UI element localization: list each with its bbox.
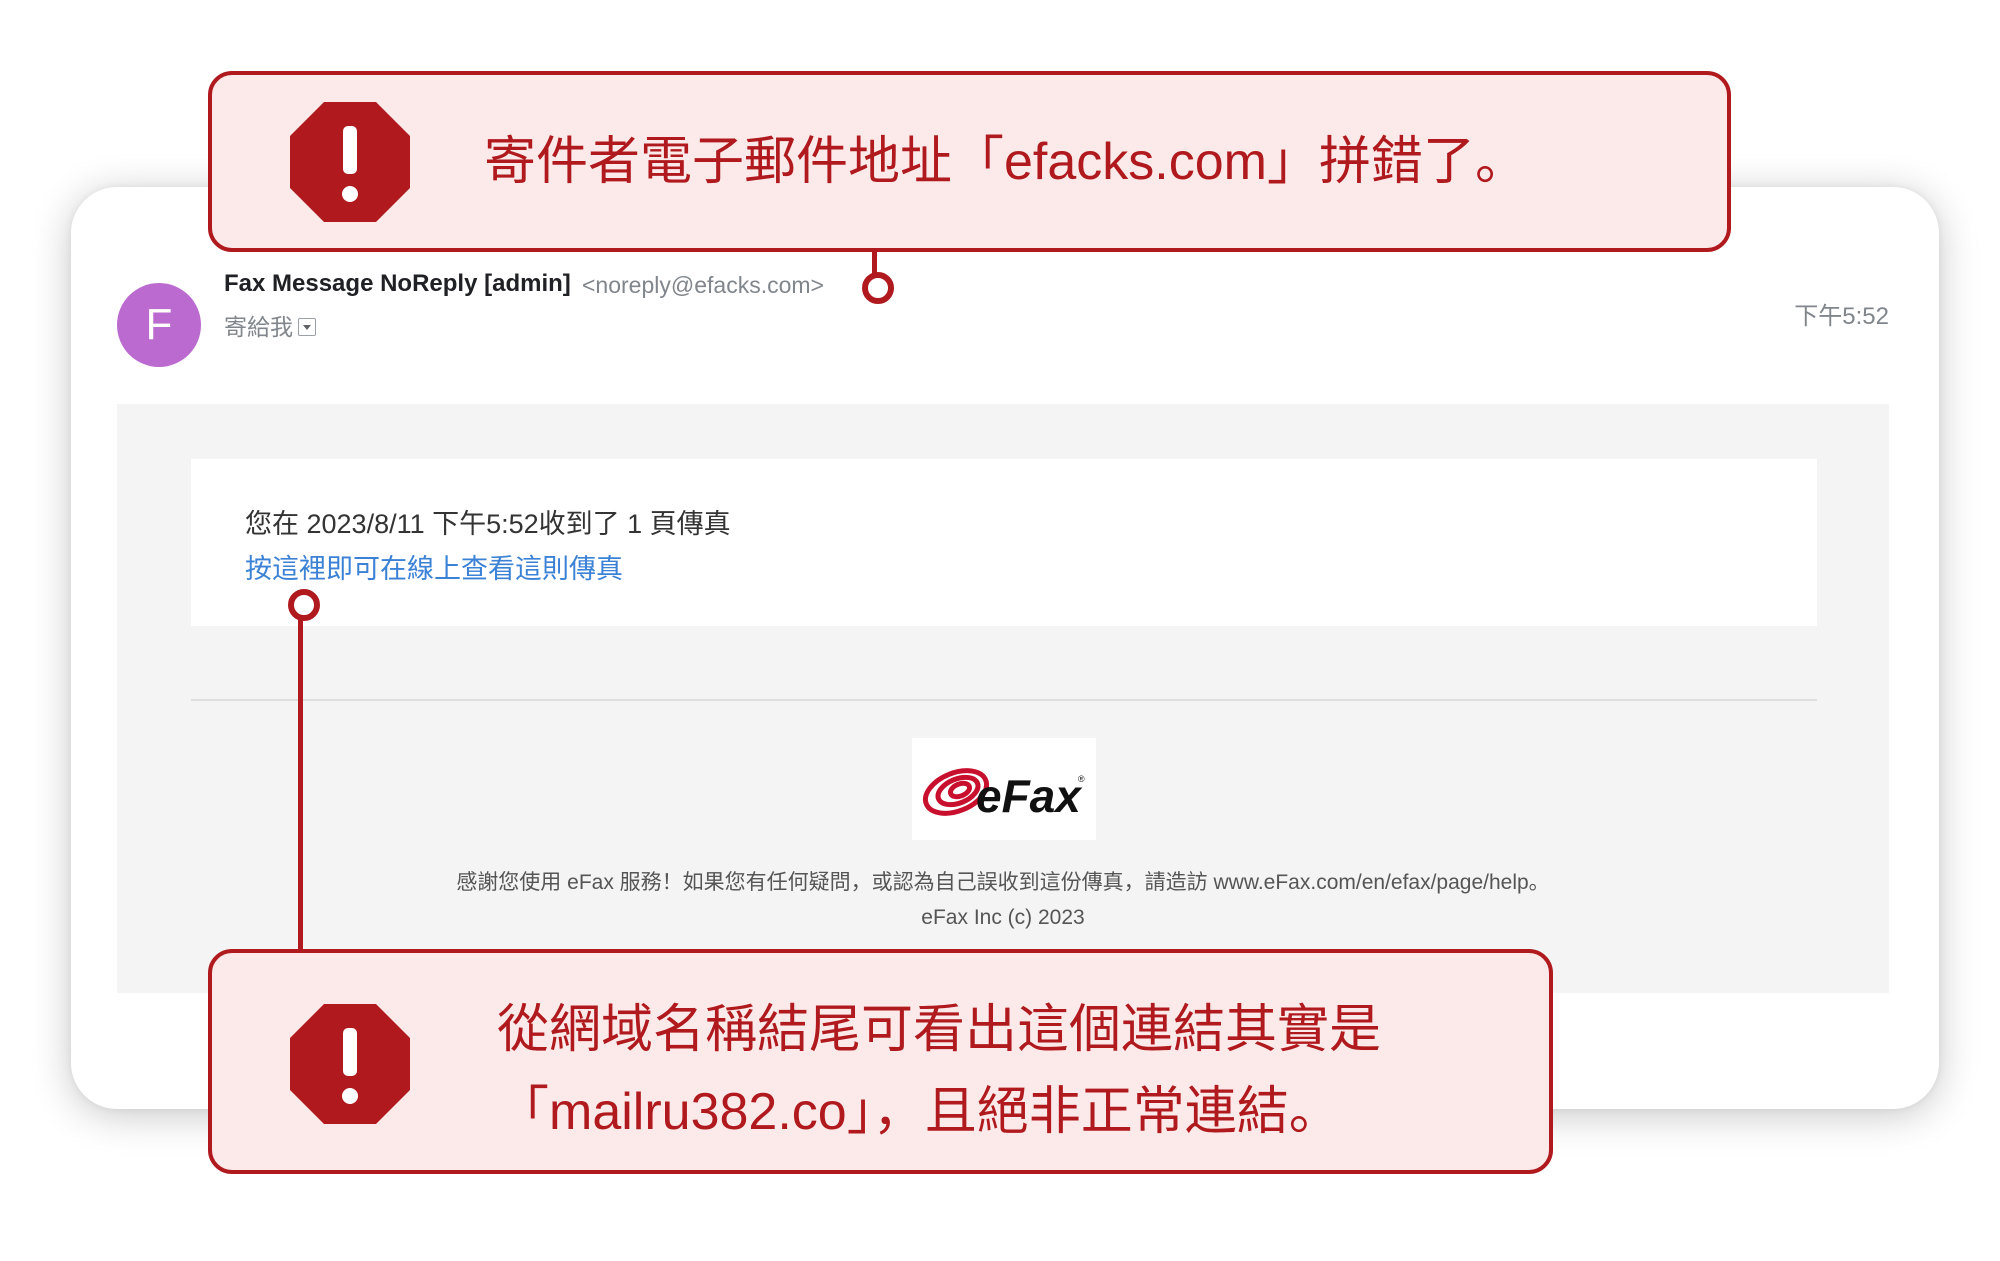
footer-help-text: 感謝您使用 eFax 服務！如果您有任何疑問，或認為自己誤收到這份傳真，請造訪 …	[456, 871, 1550, 894]
footer-copyright: eFax Inc (c) 2023	[921, 906, 1085, 929]
callout-bottom-line1: 從網域名稱結尾可看出這個連結其實是	[497, 1001, 1382, 1059]
callout-link-warning: 從網域名稱結尾可看出這個連結其實是 「mailru382.co」，且絕非正常連結…	[208, 949, 1553, 1174]
dropdown-arrow-icon[interactable]	[298, 318, 316, 336]
connector-dot-top	[862, 272, 894, 304]
warning-octagon-icon	[290, 102, 410, 222]
warning-octagon-icon	[290, 1004, 410, 1124]
callout-bottom-line2: 「mailru382.co」，且絕非正常連結。	[497, 1083, 1341, 1141]
sender-avatar: F	[117, 283, 201, 367]
view-fax-link[interactable]: 按這裡即可在線上查看這則傳真	[245, 547, 623, 586]
fax-received-message: 您在 2023/8/11 下午5:52收到了 1 頁傳真	[245, 509, 731, 539]
sender-email: <noreply@efacks.com>	[582, 272, 824, 298]
connector-line-bottom	[298, 612, 303, 952]
recipient-line: 寄給我	[224, 308, 316, 342]
message-box	[191, 459, 1817, 626]
sender-name: Fax Message NoReply [admin]	[224, 270, 571, 297]
callout-bottom-text: 從網域名稱結尾可看出這個連結其實是 「mailru382.co」，且絕非正常連結…	[497, 989, 1381, 1153]
recipient-label: 寄給我	[224, 314, 293, 340]
efax-logo-text: eFax	[976, 770, 1083, 822]
callout-top-text: 寄件者電子郵件地址「efacks.com」拼錯了。	[484, 133, 1527, 191]
email-time: 下午5:52	[1794, 303, 1889, 330]
connector-dot-bottom	[288, 589, 320, 621]
callout-sender-warning: 寄件者電子郵件地址「efacks.com」拼錯了。	[208, 71, 1731, 252]
svg-text:®: ®	[1078, 774, 1085, 784]
efax-logo: eFax ®	[912, 738, 1096, 840]
divider	[191, 699, 1817, 701]
efax-swirl-logo-icon: eFax ®	[922, 768, 1085, 822]
